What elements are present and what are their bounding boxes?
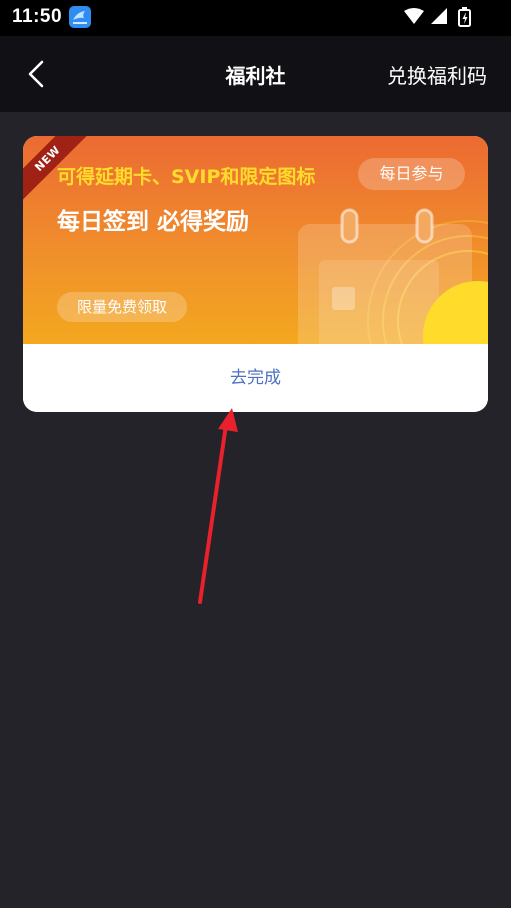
go-complete-button[interactable]: 去完成 [23,344,488,412]
status-time: 11:50 [12,6,63,27]
banner-title: 每日签到 必得奖励 [57,209,250,235]
daily-participation-badge: 每日参与 [358,158,465,190]
status-icons [401,6,481,28]
header: 福利社 兑换福利码 [0,36,511,112]
back-button[interactable] [22,54,56,94]
back-arrow-icon [28,60,44,88]
daily-signin-card: NEW 可得延期卡、SVIP和限定图标 每日参与 每日签到 必得奖励 限量免费领… [23,136,488,412]
limited-free-badge: 限量免费领取 [57,292,187,322]
cellular-signal-icon [431,8,447,24]
wifi-icon [404,8,424,24]
redeem-code-button[interactable]: 兑换福利码 [387,60,487,89]
status-bar: 11:50 [0,0,511,36]
battery-charging-icon [458,7,471,27]
daily-signin-banner[interactable]: NEW 可得延期卡、SVIP和限定图标 每日参与 每日签到 必得奖励 限量免费领… [23,136,488,344]
app-notification-icon [69,6,91,28]
banner-subtitle: 可得延期卡、SVIP和限定图标 [57,166,316,188]
